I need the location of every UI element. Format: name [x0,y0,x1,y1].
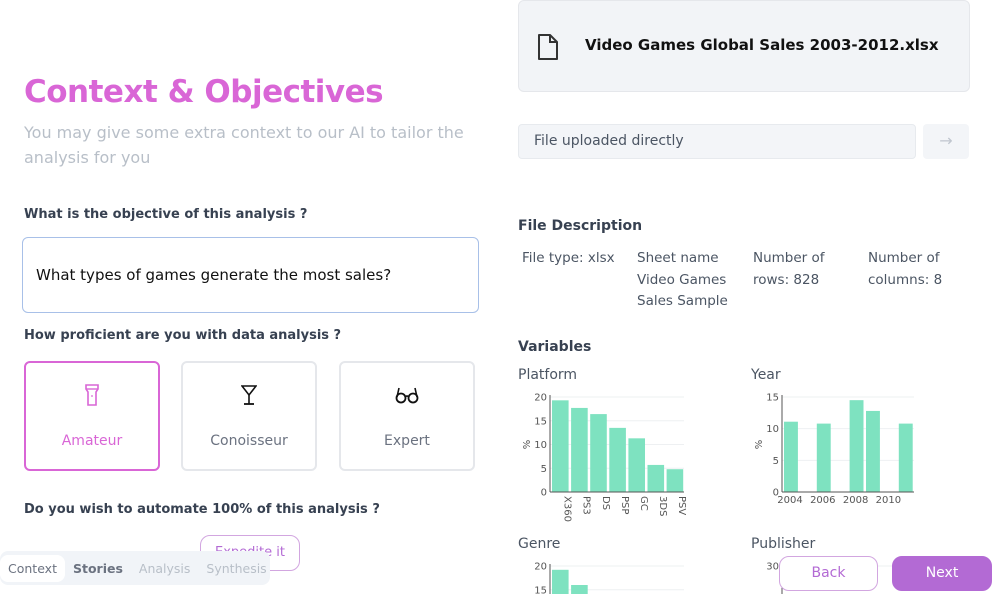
y-tick-label: 20 [534,393,547,404]
bar [628,438,645,492]
x-tick-label: DS [600,496,611,510]
y-tick-label: 5 [773,456,779,467]
variable-charts: 05101520%X360 PS3 DS PSP GC 3DS PSV051015%2004… [522,393,914,595]
x-tick-label: 3DS [657,496,668,516]
x-tick-label: PSV [676,496,687,515]
back-button[interactable]: Back [779,556,878,591]
x-tick-label: 2006 [810,495,835,506]
x-tick-label: PSP [619,496,630,514]
bar [590,414,607,492]
x-tick-label: X360 [562,496,573,522]
bar [552,400,569,492]
bar [849,400,864,492]
y-tick-label: 15 [534,416,547,427]
bar [898,423,913,492]
bar [609,427,626,492]
x-tick-label: 2010 [876,495,901,506]
bar [552,569,569,594]
y-tick-label: 15 [534,585,547,595]
next-button[interactable]: Next [892,556,992,591]
y-axis-label: % [754,440,765,450]
y-tick-label: 30 [766,562,779,573]
y-tick-label: 0 [541,488,547,499]
y-tick-label: 10 [534,440,547,451]
bar [866,410,880,492]
y-tick-label: 15 [766,393,779,404]
bar [666,469,684,492]
bar [784,421,798,492]
y-tick-label: 10 [766,424,779,435]
bar [571,407,588,492]
bar [816,423,831,492]
y-tick-label: 5 [541,464,547,475]
bar [571,585,588,594]
x-tick-label: PS3 [581,496,592,515]
x-tick-label: 2004 [777,495,802,506]
y-tick-label: 20 [534,562,547,573]
bar [647,464,665,492]
y-axis-label: % [522,440,533,450]
x-tick-label: 2008 [843,495,868,506]
x-tick-label: GC [638,496,649,511]
